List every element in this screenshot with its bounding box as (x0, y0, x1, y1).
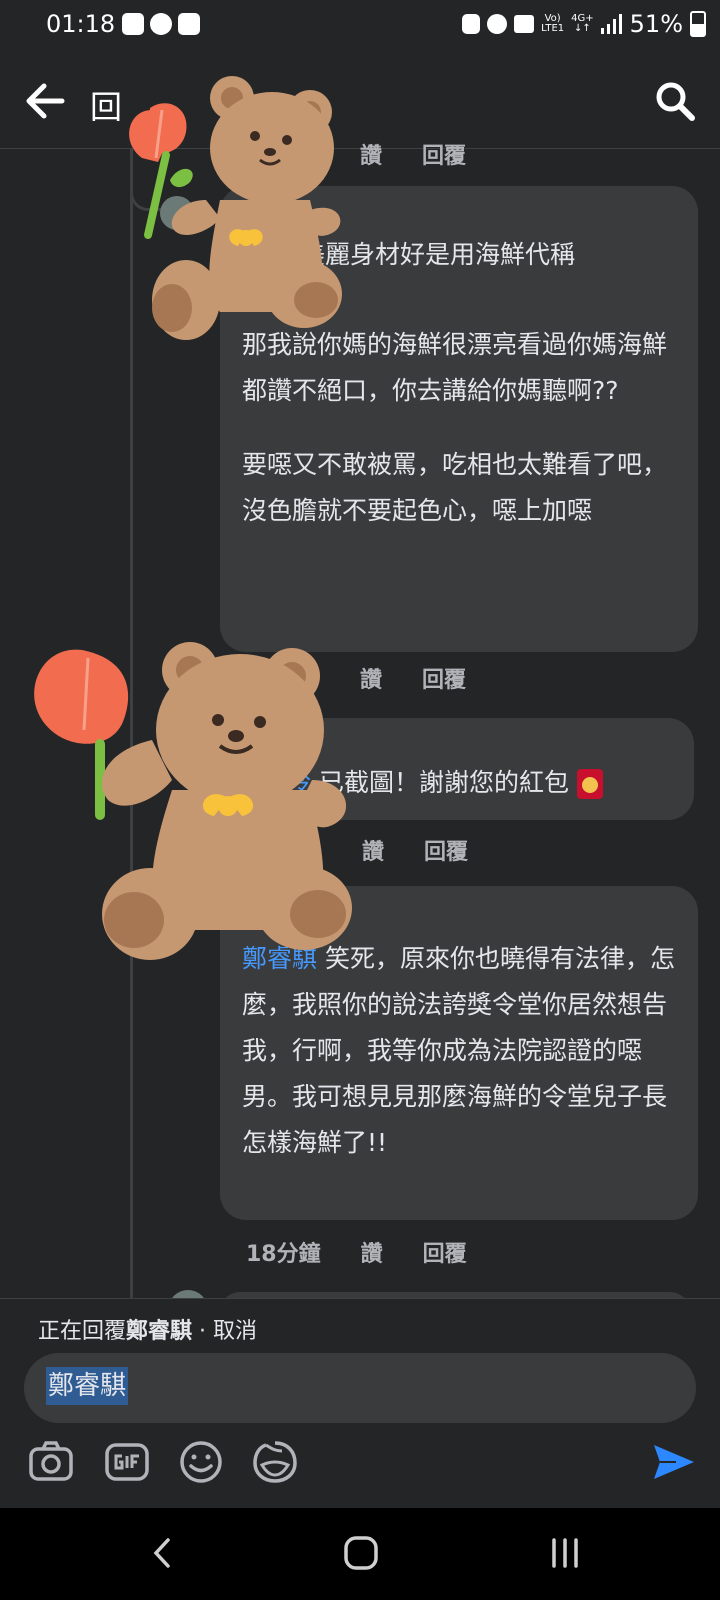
bear-sticker (34, 642, 352, 960)
like-link[interactable]: 讚 (360, 138, 382, 170)
back-arrow-icon[interactable] (22, 78, 68, 124)
battery-percent: 51% (629, 10, 683, 38)
network-type: 4G+ ↓↑ (571, 13, 594, 34)
send-icon[interactable] (650, 1439, 696, 1485)
reply-link[interactable]: 回覆 (422, 662, 466, 694)
volte-indicator: Vo) LTE1 (541, 13, 565, 34)
reply-link[interactable]: 回覆 (422, 138, 466, 170)
replying-name: 鄭睿騏 (126, 1319, 193, 1344)
system-nav-bar (0, 1508, 720, 1600)
comment-meta: 讚 回覆 (362, 834, 468, 866)
status-time: 01:18 (46, 10, 116, 38)
signal-icon (600, 14, 622, 34)
gallery-icon (122, 13, 144, 35)
reply-link[interactable]: 回覆 (424, 834, 468, 866)
nav-recents-icon[interactable] (540, 1528, 590, 1578)
sticker-icon[interactable] (252, 1439, 298, 1485)
mute-icon (514, 15, 535, 33)
comment-meta: 讚 回覆 (360, 138, 466, 170)
comment-time: 18分鐘 (246, 1242, 321, 1267)
cancel-reply-link[interactable]: 取消 (213, 1319, 257, 1344)
emoji-icon[interactable] (178, 1439, 224, 1485)
nav-back-icon[interactable] (138, 1528, 188, 1578)
replying-to-bar: 正在回覆鄭睿騏 · 取消 (38, 1319, 258, 1344)
battery-icon (690, 11, 706, 37)
like-link[interactable]: 讚 (361, 1236, 383, 1268)
comment-input[interactable]: 鄭睿騏 (24, 1353, 696, 1423)
search-icon[interactable] (654, 80, 696, 122)
like-link[interactable]: 讚 (360, 662, 382, 694)
status-bar: 01:18 Vo) LTE1 4G+ ↓↑ 51% (0, 0, 720, 52)
bear-sticker (129, 76, 342, 340)
reply-link[interactable]: 回覆 (423, 1236, 467, 1268)
app-q-icon (150, 13, 172, 35)
chat-icon (178, 13, 200, 35)
notification-icons (122, 13, 200, 35)
system-icons: Vo) LTE1 4G+ ↓↑ 51% (462, 10, 706, 38)
camera-icon[interactable] (28, 1439, 74, 1485)
alarm-icon (487, 14, 508, 34)
comment-meta: 18分鐘 讚 回覆 (246, 1236, 467, 1268)
sync-icon (462, 14, 481, 34)
gif-icon[interactable] (104, 1439, 150, 1485)
comment-input-value[interactable]: 鄭睿騏 (46, 1367, 129, 1405)
comment-text: 要噁又不敢被罵，吃相也太難看了吧，沒色膽就不要起色心，噁上加噁 (242, 450, 668, 525)
comment-composer: 正在回覆鄭睿騏 · 取消 鄭睿騏 (0, 1298, 720, 1509)
red-envelope-icon (576, 769, 603, 799)
like-link[interactable]: 讚 (362, 834, 384, 866)
app-bar: 回 (0, 52, 720, 149)
nav-home-icon[interactable] (336, 1528, 386, 1578)
